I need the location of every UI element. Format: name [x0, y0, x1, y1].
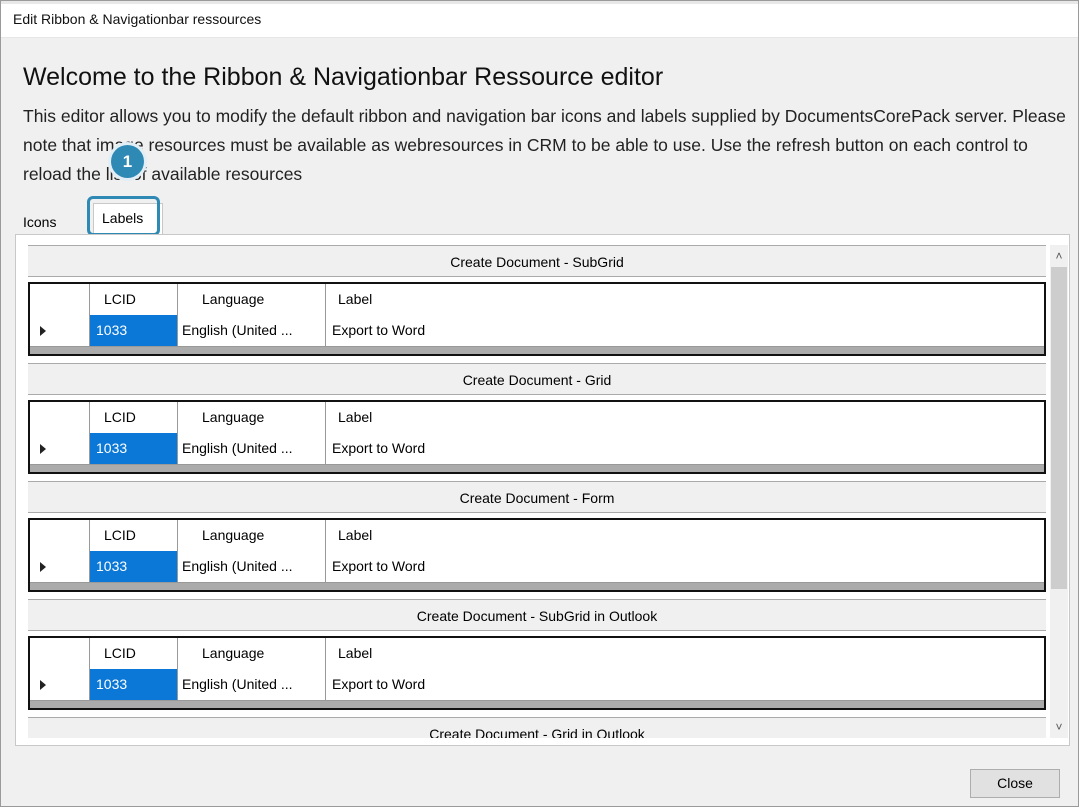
column-header-lcid[interactable]: LCID — [90, 638, 178, 669]
description-text: This editor allows you to modify the def… — [23, 106, 1066, 184]
column-header-label[interactable]: Label — [326, 284, 1044, 315]
row-selector[interactable] — [30, 315, 90, 346]
dialog-window: Edit Ribbon & Navigationbar ressources W… — [0, 0, 1079, 807]
row-selector[interactable] — [30, 551, 90, 582]
section-header: Create Document - SubGrid — [28, 245, 1046, 277]
sections-scroll-area: Create Document - SubGrid LCID Language … — [28, 245, 1046, 738]
chevron-down-icon[interactable]: ˅ — [1050, 718, 1068, 736]
row-selector-header — [30, 402, 90, 433]
lcid-cell[interactable]: 1033 — [90, 315, 178, 346]
section-subgrid: Create Document - SubGrid LCID Language … — [28, 245, 1046, 363]
current-row-arrow-icon — [40, 680, 46, 690]
section-grid: Create Document - Grid LCID Language Lab… — [28, 363, 1046, 481]
row-selector-header — [30, 520, 90, 551]
column-header-language[interactable]: Language — [178, 402, 326, 433]
scrollbar-thumb[interactable] — [1051, 267, 1067, 589]
title-bar[interactable]: Edit Ribbon & Navigationbar ressources — [1, 1, 1078, 38]
page-heading: Welcome to the Ribbon & Navigationbar Re… — [23, 63, 664, 91]
table-row[interactable]: 1033 English (United ... Export to Word — [30, 669, 1044, 701]
current-row-arrow-icon — [40, 326, 46, 336]
close-button[interactable]: Close — [970, 769, 1060, 798]
vertical-scrollbar[interactable]: ˄ ˅ — [1050, 245, 1068, 738]
current-row-arrow-icon — [40, 562, 46, 572]
tab-icons[interactable]: Icons — [15, 209, 64, 235]
section-header: Create Document - SubGrid in Outlook — [28, 599, 1046, 631]
chevron-up-icon[interactable]: ˄ — [1050, 247, 1068, 265]
language-cell[interactable]: English (United ... — [178, 551, 326, 582]
grid-header-row: LCID Language Label — [30, 402, 1044, 434]
language-cell[interactable]: English (United ... — [178, 433, 326, 464]
column-header-lcid[interactable]: LCID — [90, 520, 178, 551]
column-header-lcid[interactable]: LCID — [90, 402, 178, 433]
labels-grid: LCID Language Label 1033 English (United… — [28, 400, 1046, 474]
label-cell[interactable]: Export to Word — [326, 433, 1044, 464]
label-cell[interactable]: Export to Word — [326, 669, 1044, 700]
section-grid-outlook: Create Document - Grid in Outlook — [28, 717, 1046, 738]
language-cell[interactable]: English (United ... — [178, 669, 326, 700]
table-row[interactable]: 1033 English (United ... Export to Word — [30, 551, 1044, 583]
column-header-label[interactable]: Label — [326, 520, 1044, 551]
grid-header-row: LCID Language Label — [30, 284, 1044, 316]
section-form: Create Document - Form LCID Language Lab… — [28, 481, 1046, 599]
row-selector-header — [30, 638, 90, 669]
row-selector-header — [30, 284, 90, 315]
labels-grid: LCID Language Label 1033 English (United… — [28, 636, 1046, 710]
current-row-arrow-icon — [40, 444, 46, 454]
window-title: Edit Ribbon & Navigationbar ressources — [13, 11, 262, 27]
section-header: Create Document - Form — [28, 481, 1046, 513]
table-row[interactable]: 1033 English (United ... Export to Word — [30, 433, 1044, 465]
column-header-label[interactable]: Label — [326, 402, 1044, 433]
section-header: Create Document - Grid — [28, 363, 1046, 395]
grid-header-row: LCID Language Label — [30, 638, 1044, 670]
lcid-cell[interactable]: 1033 — [90, 669, 178, 700]
step-number-badge: 1 — [111, 145, 144, 178]
table-row[interactable]: 1033 English (United ... Export to Word — [30, 315, 1044, 347]
labels-grid: LCID Language Label 1033 English (United… — [28, 518, 1046, 592]
column-header-lcid[interactable]: LCID — [90, 284, 178, 315]
labels-grid: LCID Language Label 1033 English (United… — [28, 282, 1046, 356]
lcid-cell[interactable]: 1033 — [90, 551, 178, 582]
section-subgrid-outlook: Create Document - SubGrid in Outlook LCI… — [28, 599, 1046, 717]
title-bar-top-line — [1, 1, 1078, 4]
tab-highlight-callout — [87, 196, 160, 236]
label-cell[interactable]: Export to Word — [326, 315, 1044, 346]
row-selector[interactable] — [30, 433, 90, 464]
section-header: Create Document - Grid in Outlook — [28, 717, 1046, 738]
row-selector[interactable] — [30, 669, 90, 700]
grid-header-row: LCID Language Label — [30, 520, 1044, 552]
lcid-cell[interactable]: 1033 — [90, 433, 178, 464]
labels-panel: Create Document - SubGrid LCID Language … — [15, 234, 1070, 746]
column-header-language[interactable]: Language — [178, 638, 326, 669]
column-header-language[interactable]: Language — [178, 520, 326, 551]
column-header-language[interactable]: Language — [178, 284, 326, 315]
column-header-label[interactable]: Label — [326, 638, 1044, 669]
language-cell[interactable]: English (United ... — [178, 315, 326, 346]
label-cell[interactable]: Export to Word — [326, 551, 1044, 582]
